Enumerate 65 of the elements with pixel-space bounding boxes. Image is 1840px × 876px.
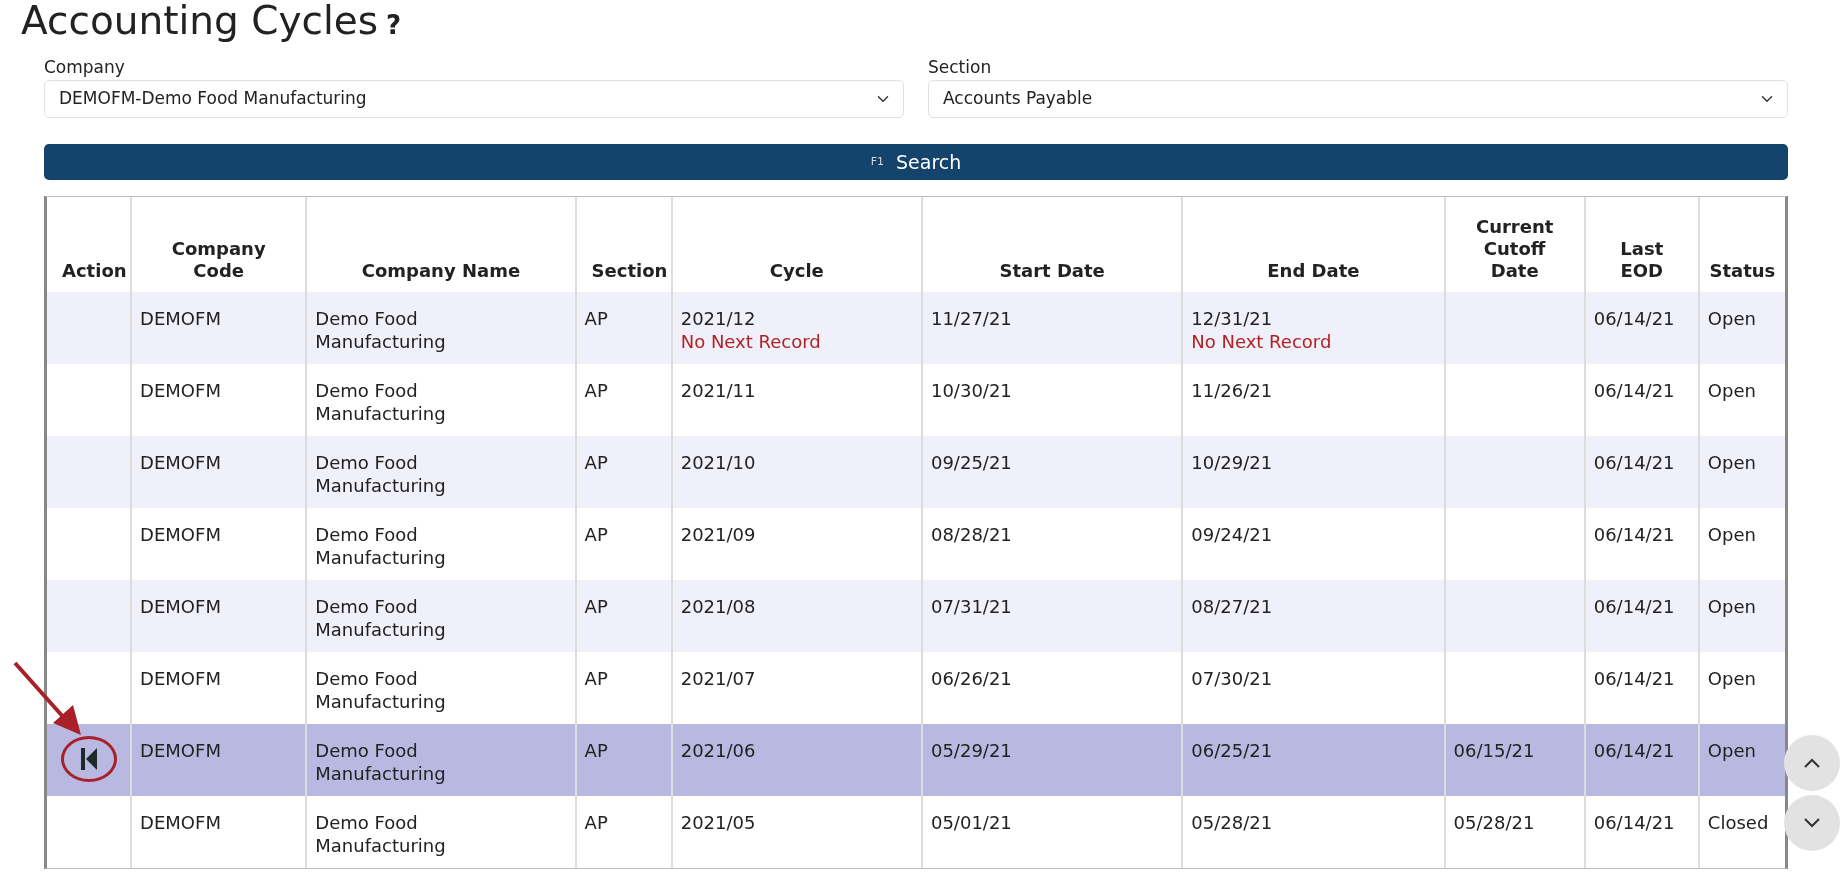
table-cell: 05/28/21 [1444, 796, 1585, 868]
table-cell: Open [1698, 436, 1785, 508]
table-row[interactable]: DEMOFM Demo Food Manufacturing AP 2021/06 05/29/21 06/25/21 06/15/21 06/14/21 Open [47, 724, 1785, 796]
table-cell: Open [1698, 652, 1785, 724]
search-button[interactable]: F1 Search [44, 144, 1788, 180]
table-cell: Closed [1698, 796, 1785, 868]
table-cell: 11/27/21 [921, 292, 1183, 364]
table-cell: 2021/05 [671, 796, 922, 868]
table-cell: 05/01/21 [921, 796, 1183, 868]
table-cell: 06/14/21 [1584, 292, 1699, 364]
table-cell: 06/14/21 [1584, 796, 1699, 868]
table-cell: 05/29/21 [921, 724, 1183, 796]
table-cell: Open [1698, 292, 1785, 364]
table-cell: 07/31/21 [921, 580, 1183, 652]
column-header: Status [1698, 197, 1785, 292]
table-cell: Demo Food Manufacturing [306, 292, 576, 364]
table-cell-text: 2021/12 [680, 307, 757, 330]
table-cell: AP [575, 724, 672, 796]
table-cell: DEMOFM [131, 292, 307, 364]
dropdown-field[interactable]: DEMOFM-Demo Food Manufacturing [44, 80, 904, 118]
field-label: Section [928, 57, 992, 77]
table-cell: Open [1698, 724, 1785, 796]
page-title: Accounting Cycles [21, 0, 379, 43]
table-cell: AP [575, 292, 672, 364]
warning-text: No Next Record [680, 330, 822, 353]
table-row[interactable]: DEMOFM Demo Food Manufacturing AP 2021/08 07/31/21 08/27/21 06/14/21 Open [47, 580, 1785, 652]
table-cell-text: 12/31/21 [1191, 307, 1274, 330]
table-cell: Demo Food Manufacturing [306, 796, 576, 868]
table-cell: Demo Food Manufacturing [306, 724, 576, 796]
table-cell: Demo Food Manufacturing [306, 436, 576, 508]
scroll-up-button[interactable] [1784, 735, 1840, 791]
warning-text: No Next Record [1191, 330, 1333, 353]
table-cell: Open [1698, 364, 1785, 436]
table-cell: 06/14/21 [1584, 436, 1699, 508]
table-cell: AP [575, 796, 672, 868]
dropdown-field[interactable]: Accounts Payable [928, 80, 1788, 118]
table-cell: 2021/08 [671, 580, 922, 652]
skip-to-start-icon[interactable] [80, 748, 97, 770]
table-row[interactable]: DEMOFM Demo Food Manufacturing AP 2021/12 No Next Record 11/27/21 12/31/21 No Next Record 06/14/21 Open [47, 292, 1785, 364]
table-row[interactable]: DEMOFM Demo Food Manufacturing AP 2021/05 05/01/21 05/28/21 05/28/21 06/14/21 Closed [47, 796, 1785, 868]
table-cell: 2021/06 [671, 724, 922, 796]
chevron-down-icon [1803, 817, 1821, 829]
table-cell: Open [1698, 508, 1785, 580]
table-cell: AP [575, 580, 672, 652]
table-cell: 06/15/21 [1444, 724, 1585, 796]
table-cell: 08/27/21 [1182, 580, 1445, 652]
table-row[interactable]: DEMOFM Demo Food Manufacturing AP 2021/10 09/25/21 10/29/21 06/14/21 Open [47, 436, 1785, 508]
table-cell: DEMOFM [131, 724, 307, 796]
table-cell: 09/25/21 [921, 436, 1183, 508]
table-cell: 10/29/21 [1182, 436, 1445, 508]
table-cell: Open [1698, 580, 1785, 652]
scroll-down-button[interactable] [1784, 795, 1840, 851]
chevron-up-icon [1803, 757, 1821, 769]
table-cell: DEMOFM [131, 796, 307, 868]
table-cell: AP [575, 436, 672, 508]
field-label: Company [44, 57, 125, 77]
table-cell: DEMOFM [131, 580, 307, 652]
help-icon[interactable]: ? [386, 10, 402, 40]
table-cell: 06/14/21 [1584, 724, 1699, 796]
table-cell: 2021/10 [671, 436, 922, 508]
table-cell: 06/14/21 [1584, 580, 1699, 652]
table-cell: 05/28/21 [1182, 796, 1445, 868]
table-cell: 06/25/21 [1182, 724, 1445, 796]
table-cell: DEMOFM [131, 436, 307, 508]
table-cell: Demo Food Manufacturing [306, 580, 576, 652]
